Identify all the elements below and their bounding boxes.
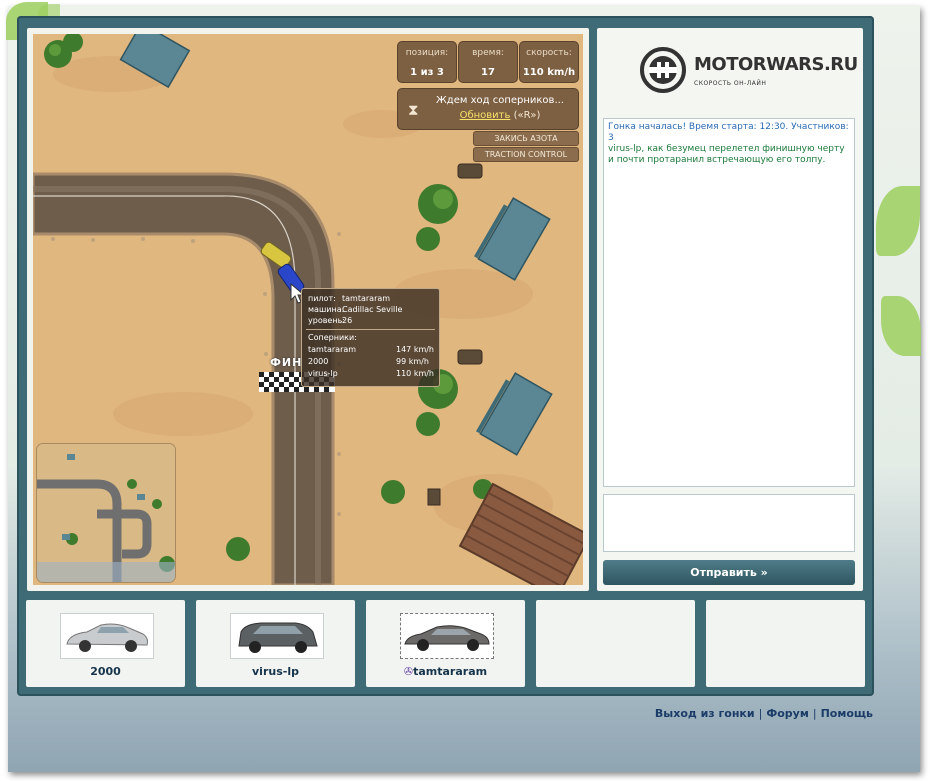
- player-name: virus-lp: [252, 665, 299, 678]
- pilot-name: tamtararam: [342, 294, 391, 303]
- rival-speed: 147 km/h: [396, 345, 435, 354]
- car-image-icon: [404, 625, 490, 651]
- traction-control-button[interactable]: TRACTION CONTROL: [474, 148, 578, 161]
- nitro-button[interactable]: ЗАКИСЬ АЗОТА: [474, 132, 578, 145]
- speed-value: 110 km/h: [522, 67, 576, 78]
- rival-name: tamtararam: [308, 345, 357, 354]
- separator: |: [812, 707, 817, 720]
- car-image-icon: [238, 622, 318, 653]
- car-thumbnail: [400, 613, 494, 659]
- car-thumbnail: [230, 613, 324, 659]
- waiting-text: Ждем ход соперников...: [436, 95, 564, 106]
- chat-input[interactable]: [603, 494, 855, 552]
- car-image-icon: [66, 623, 148, 652]
- position-box: позиция: 1 из 3: [398, 42, 456, 82]
- separator: |: [758, 707, 763, 720]
- refresh-link[interactable]: Обновить: [460, 110, 511, 121]
- player-slot[interactable]: virus-lp: [196, 600, 355, 687]
- logo-title: MOTORWARS.RU: [694, 54, 858, 75]
- pilot-label: пилот:: [308, 294, 336, 303]
- minimap-drawing: [37, 444, 175, 582]
- car-label: машина:: [308, 305, 345, 314]
- player-name: tamtararam: [413, 665, 488, 678]
- car-name: Cadillac Seville: [342, 305, 403, 314]
- help-link[interactable]: Помощь: [821, 707, 873, 720]
- game-area: позиция: 1 из 3 время: 17 скорость: 110 …: [27, 28, 589, 591]
- chat-log[interactable]: Гонка началась! Время старта: 12:30. Уча…: [603, 118, 855, 487]
- position-label: позиция:: [405, 48, 449, 58]
- waiting-box: ⧗ Ждем ход соперников... Обновить («R»): [398, 89, 578, 129]
- time-value: 17: [481, 67, 495, 78]
- rival-speed: 99 km/h: [396, 357, 429, 366]
- side-panel: MOTORWARS.RU СКОРОСТЬ ОН-ЛАЙН Гонка нача…: [597, 28, 863, 591]
- minimap: [37, 444, 175, 582]
- logo-subtitle: СКОРОСТЬ ОН-ЛАЙН: [694, 80, 767, 87]
- empty-slot: [706, 600, 865, 687]
- refresh-line: Обновить («R»): [426, 110, 574, 121]
- player-name-row: ✇tamtararam: [366, 665, 525, 678]
- position-value: 1 из 3: [410, 67, 444, 78]
- level-label: уровень:: [308, 316, 345, 325]
- rival-speed: 110 km/h: [396, 369, 435, 378]
- chat-message: virus-lp, как безумец перелетел финишную…: [608, 144, 845, 165]
- send-button[interactable]: Отправить »: [603, 560, 855, 585]
- time-box: время: 17: [459, 42, 517, 82]
- exit-race-link[interactable]: Выход из гонки: [655, 707, 755, 720]
- tooltip-divider: [306, 329, 435, 330]
- refresh-hotkey: («R»): [513, 110, 541, 121]
- motorwars-logo[interactable]: MOTORWARS.RU СКОРОСТЬ ОН-ЛАЙН: [639, 46, 858, 94]
- rival-name: virus-lp: [308, 369, 338, 378]
- leaf-decoration: [876, 186, 920, 256]
- race-track-view[interactable]: позиция: 1 из 3 время: 17 скорость: 110 …: [33, 34, 583, 585]
- footer-links: Выход из гонки | Форум | Помощь: [655, 707, 873, 720]
- player-info-tooltip: пилот: tamtararam машина: Cadillac Sevil…: [301, 288, 440, 387]
- rivals-label: Соперники:: [308, 333, 357, 342]
- level-value: 26: [342, 316, 353, 325]
- rival-name: 2000: [308, 357, 329, 366]
- leaf-decoration: [881, 296, 921, 356]
- chat-message-system: Гонка началась! Время старта: 12:30. Уча…: [608, 122, 849, 143]
- player-slot[interactable]: 2000: [26, 600, 185, 687]
- hourglass-icon: ⧗: [408, 101, 419, 119]
- finish-label: ФИН: [270, 356, 303, 369]
- logo-emblem-icon: [640, 47, 686, 93]
- empty-slot: [536, 600, 695, 687]
- speed-label: скорость:: [526, 48, 572, 58]
- player-slot-selected[interactable]: ✇tamtararam: [366, 600, 525, 687]
- player-name: 2000: [90, 665, 121, 678]
- car-thumbnail: [60, 613, 154, 659]
- mask-icon: ✇: [403, 665, 414, 678]
- forum-link[interactable]: Форум: [766, 707, 809, 720]
- speed-box: скорость: 110 km/h: [520, 42, 578, 82]
- time-label: время:: [472, 48, 504, 58]
